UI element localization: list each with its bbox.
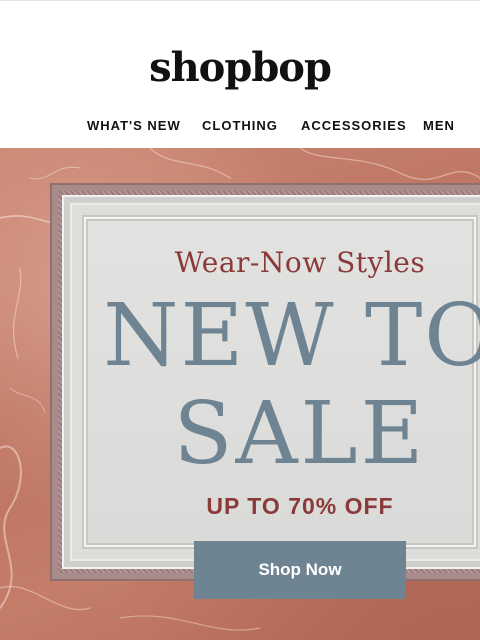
nav-item-whats-new[interactable]: WHAT'S NEW [87, 118, 181, 133]
hero-eyebrow: Wear-Now Styles [174, 246, 426, 279]
shop-now-button[interactable]: Shop Now [194, 541, 406, 599]
nav-item-accessories[interactable]: ACCESSORIES [301, 118, 407, 133]
main-nav: WHAT'S NEW CLOTHING ACCESSORIES MEN [0, 118, 480, 138]
hero-headline-line1: NEW TO [103, 286, 480, 386]
top-divider [0, 0, 480, 1]
nav-item-men[interactable]: MEN [423, 118, 455, 133]
shopbop-logo[interactable]: shopbop [0, 44, 480, 91]
discount-text: UP TO 70% OFF [206, 493, 394, 519]
sale-hero-banner[interactable]: Wear-Now Styles NEW TO SALE UP TO 70% OF… [0, 148, 480, 640]
nav-item-clothing[interactable]: CLOTHING [202, 118, 278, 133]
hero-headline-line2: SALE [173, 384, 427, 484]
